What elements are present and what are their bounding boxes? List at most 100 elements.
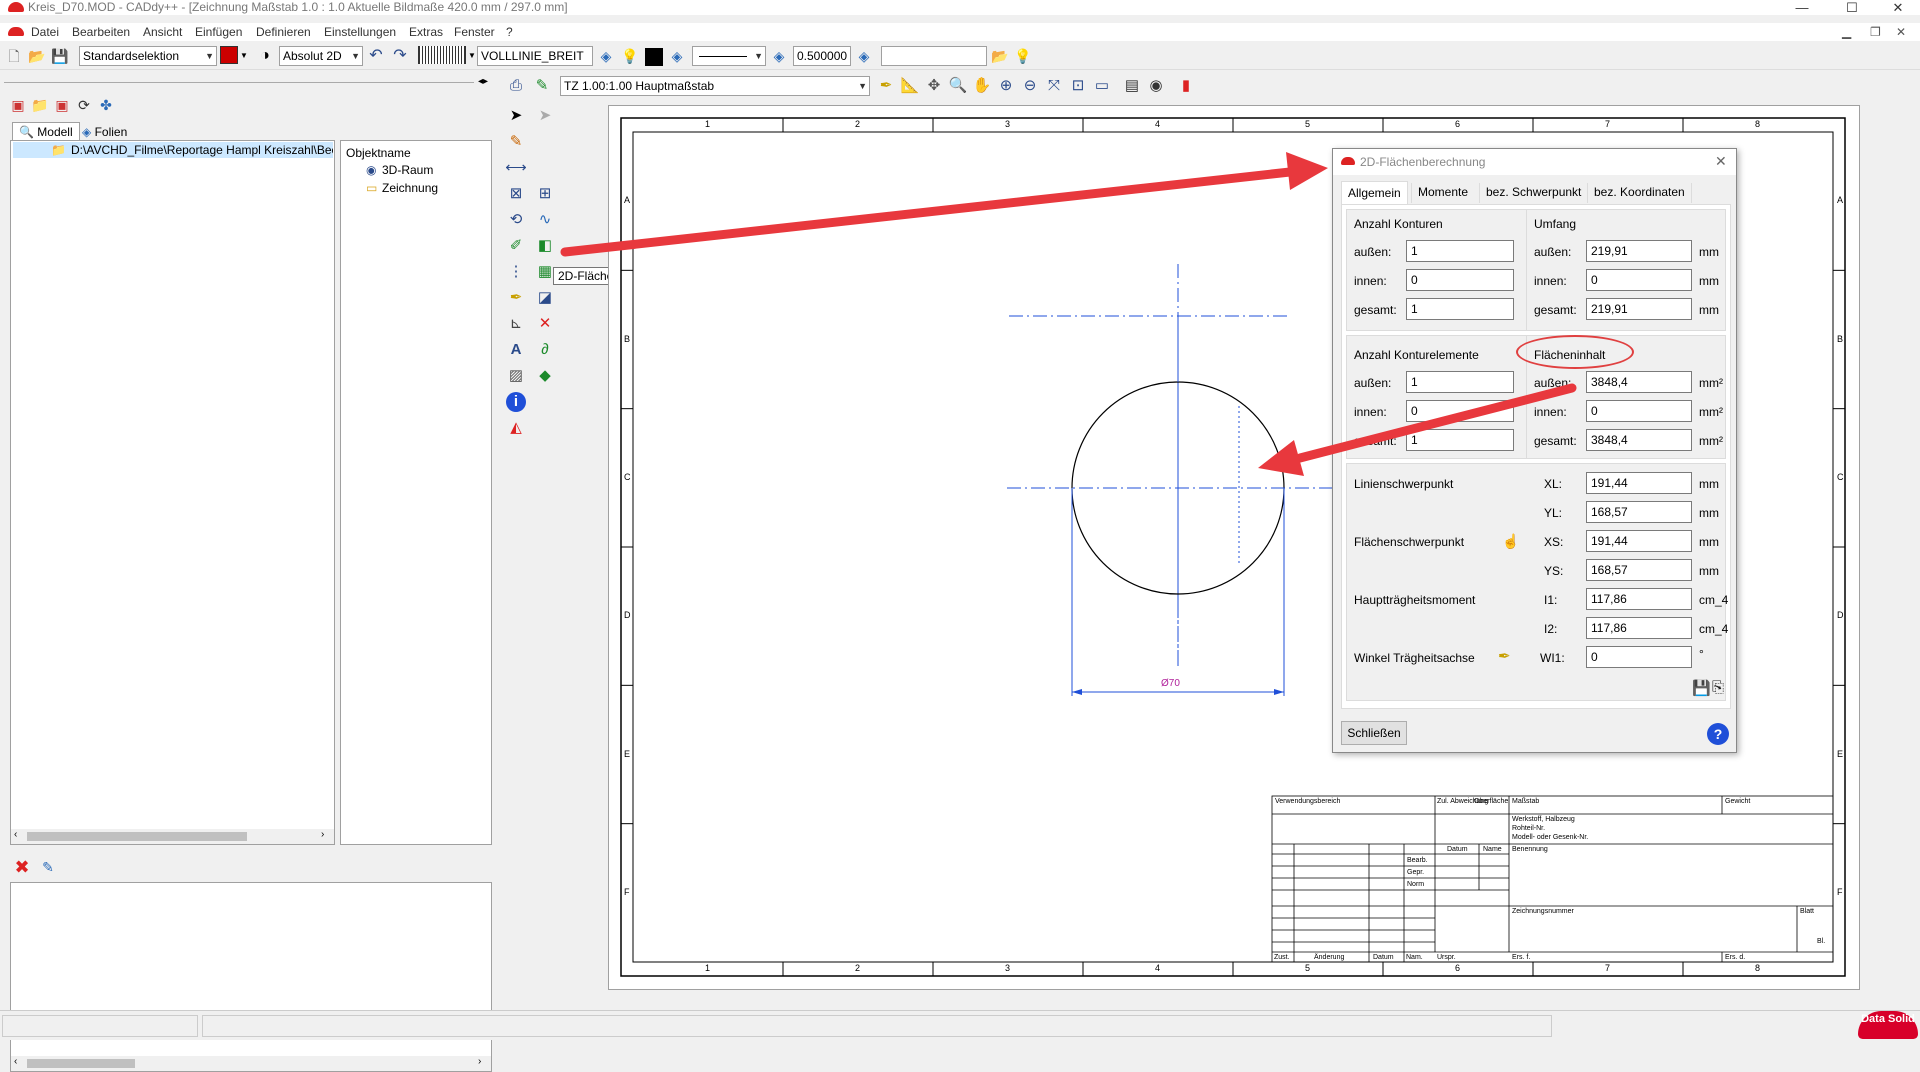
menu-einfuegen[interactable]: Einfügen [195, 23, 242, 41]
fit-icon[interactable]: ⤧ [1042, 74, 1066, 98]
tree-scrollbar[interactable]: ‹ › [11, 829, 334, 844]
select-arrow-icon[interactable]: ➤ [504, 104, 528, 128]
chevron-down-icon[interactable]: ▼ [240, 51, 248, 60]
scroll-left-icon[interactable]: ‹ [14, 829, 17, 840]
ak-gesamt-field[interactable]: 1 [1406, 298, 1514, 320]
save-icon[interactable]: 💾 [50, 45, 70, 65]
analyze-icon[interactable]: ⊞ [533, 182, 557, 206]
model-icon[interactable]: ▣ [8, 94, 28, 114]
info-icon[interactable]: i [506, 392, 526, 412]
xs-field[interactable]: 191,44 [1586, 530, 1692, 552]
zoom-icon[interactable]: 🔍 [946, 74, 970, 98]
scroll-thumb[interactable] [27, 1059, 135, 1068]
menu-ansicht[interactable]: Ansicht [143, 23, 182, 41]
delete-cross-icon[interactable]: ✖ [12, 856, 32, 877]
menu-help[interactable]: ? [506, 23, 513, 41]
scroll-left-icon[interactable]: ‹ [14, 1056, 17, 1067]
help-icon[interactable]: ? [1707, 723, 1729, 745]
wi1-field[interactable]: 0 [1586, 646, 1692, 668]
search-field[interactable] [881, 46, 987, 66]
yl-field[interactable]: 168,57 [1586, 501, 1692, 523]
axis-icon[interactable]: ⋮ [504, 260, 528, 284]
area-calc-icon[interactable]: ◧ [533, 234, 557, 258]
draw-pen-icon[interactable]: ✐ [504, 234, 528, 258]
scale-select[interactable]: TZ 1.00:1.00 Hauptmaßstab ▼ [560, 76, 870, 96]
ys-field[interactable]: 168,57 [1586, 559, 1692, 581]
undo-icon[interactable]: ↶ [366, 45, 386, 65]
line-type-field[interactable]: VOLLLINIE_BREIT [477, 46, 593, 66]
mdi-minimize-button[interactable]: ▁ [1842, 23, 1851, 41]
select-light-icon[interactable]: ➤ [533, 104, 557, 128]
scroll-right-icon[interactable]: › [478, 1056, 481, 1067]
layers-icon[interactable]: ◈ [854, 45, 874, 65]
dimension-icon[interactable]: ⟷ [504, 156, 528, 180]
pan-icon[interactable]: ✥ [922, 74, 946, 98]
tab-bez-schwerpunkt[interactable]: bez. Schwerpunkt [1479, 183, 1587, 203]
zoom-window-icon[interactable]: ⊡ [1066, 74, 1090, 98]
layout-icon[interactable]: ▤ [1120, 74, 1144, 98]
dialog-close-icon[interactable]: ✕ [1715, 153, 1727, 170]
selection-mode-select[interactable]: Standardselektion ▼ [79, 46, 217, 66]
properties-box[interactable]: ‹ › [10, 882, 492, 1072]
object-list[interactable]: Objektname ◉ 3D-Raum ▭ Zeichnung [340, 140, 492, 845]
i1-field[interactable]: 117,86 [1586, 588, 1692, 610]
u-gesamt-field[interactable]: 219,91 [1586, 298, 1692, 320]
menu-datei[interactable]: Datei [31, 23, 59, 41]
ake-aussen-field[interactable]: 1 [1406, 371, 1514, 393]
color-picker-icon[interactable] [220, 46, 238, 64]
export-icon[interactable]: ⎘ [1712, 679, 1724, 696]
marker-icon[interactable]: ✒ [504, 286, 528, 310]
zoom-in-icon[interactable]: ⊕ [994, 74, 1018, 98]
print-icon[interactable]: ⎙ [504, 74, 528, 98]
model-tree[interactable]: 📁 D:\AVCHD_Filme\Reportage Hampl Kreisza… [10, 140, 335, 845]
object-3d-raum[interactable]: 3D-Raum [382, 163, 433, 177]
u-innen-field[interactable]: 0 [1586, 269, 1692, 291]
ak-aussen-field[interactable]: 1 [1406, 240, 1514, 262]
menu-einstellungen[interactable]: Einstellungen [324, 23, 396, 41]
menu-definieren[interactable]: Definieren [256, 23, 311, 41]
bulb-icon[interactable]: 💡 [1013, 45, 1033, 65]
tab-allgemein[interactable]: Allgemein [1341, 181, 1408, 205]
minimize-button[interactable]: — [1782, 0, 1822, 15]
mdi-restore-button[interactable]: ❐ [1870, 23, 1881, 41]
u-aussen-field[interactable]: 219,91 [1586, 240, 1692, 262]
folder-tree-icon[interactable]: 📁 [30, 94, 50, 114]
mdi-close-button[interactable]: ✕ [1896, 23, 1906, 41]
eraser-icon[interactable]: ◭ [504, 416, 528, 440]
tab-bez-koordinaten[interactable]: bez. Koordinaten [1587, 183, 1692, 203]
brush-icon[interactable]: ✎ [530, 74, 554, 98]
close-dialog-button[interactable]: Schließen [1341, 721, 1407, 745]
menu-bearbeiten[interactable]: Bearbeiten [72, 23, 130, 41]
i2-field[interactable]: 117,86 [1586, 617, 1692, 639]
contour-icon[interactable]: ◪ [533, 286, 557, 310]
render-icon[interactable]: ◉ [1144, 74, 1168, 98]
zoom-out-icon[interactable]: ⊖ [1018, 74, 1042, 98]
f-aussen-field[interactable]: 3848,4 [1586, 371, 1692, 393]
coordinate-icon[interactable]: ◑ [255, 45, 275, 65]
new-file-icon[interactable]: 🗋 [4, 45, 24, 65]
color-black-swatch[interactable] [645, 48, 663, 66]
tab-folien[interactable]: ◈ Folien [76, 123, 133, 141]
f-gesamt-field[interactable]: 3848,4 [1586, 429, 1692, 451]
bulb-icon[interactable]: 💡 [620, 45, 640, 65]
refresh-icon[interactable]: ⟳ [74, 94, 94, 114]
palette-icon[interactable]: ✤ [96, 94, 116, 114]
pencil-icon[interactable]: ✎ [504, 130, 528, 154]
text-icon[interactable]: A [504, 338, 528, 362]
tab-momente[interactable]: Momente [1411, 183, 1474, 203]
measure-icon[interactable]: ⊾ [504, 312, 528, 336]
layer-icon[interactable]: ◈ [769, 45, 789, 65]
coord-mode-select[interactable]: Absolut 2D ▼ [279, 46, 363, 66]
scroll-thumb[interactable] [27, 832, 247, 841]
transform-icon[interactable]: ⟲ [504, 208, 528, 232]
volume-icon[interactable]: ◆ [533, 364, 557, 388]
curve-icon[interactable]: ∂ [533, 338, 557, 362]
ruler-icon[interactable]: 📐 [898, 74, 922, 98]
close-button[interactable]: ✕ [1878, 0, 1918, 15]
layer-stack-icon[interactable]: ◈ [667, 45, 687, 65]
menu-fenster[interactable]: Fenster [454, 23, 495, 41]
snap-icon[interactable]: ✒ [874, 74, 898, 98]
layer-icon[interactable]: ◈ [596, 45, 616, 65]
redraw-icon[interactable]: ▭ [1090, 74, 1114, 98]
open-folder-icon[interactable]: 📂 [27, 45, 47, 65]
